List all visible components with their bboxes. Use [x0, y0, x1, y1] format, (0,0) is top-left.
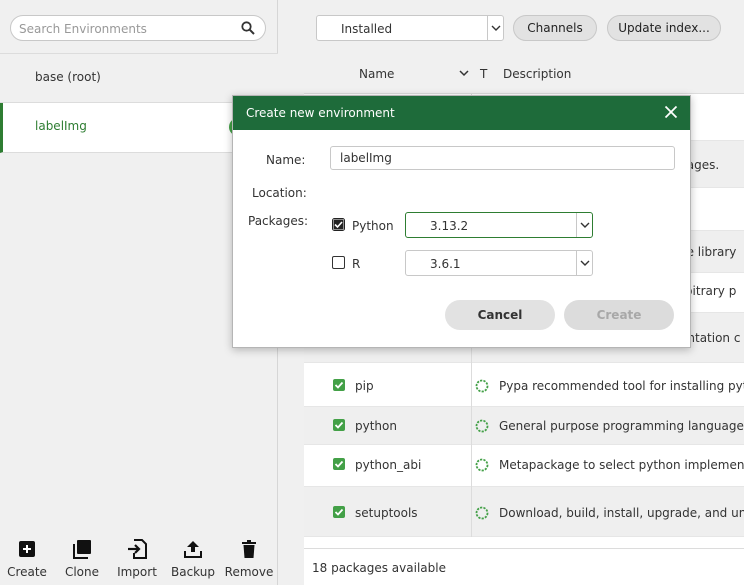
create-label: Create	[7, 565, 47, 579]
search-environments-input[interactable]	[19, 20, 229, 37]
column-header-type[interactable]: T	[480, 67, 487, 81]
column-header-description[interactable]: Description	[503, 67, 571, 81]
chevron-down-icon[interactable]	[576, 213, 592, 237]
environment-toolbar: Create Clone Import Backup Remove	[0, 535, 278, 585]
create-button[interactable]: Create	[564, 300, 674, 330]
channels-button[interactable]: Channels	[513, 15, 597, 41]
backup-button[interactable]: Backup	[166, 539, 220, 583]
table-row[interactable]: pip Pypa recommended tool for installing…	[304, 363, 744, 407]
remove-label: Remove	[224, 565, 274, 579]
remove-button[interactable]: Remove	[222, 539, 276, 583]
packages-footer: 18 packages available	[304, 548, 744, 585]
clone-icon	[73, 540, 91, 559]
checkmark-icon	[332, 218, 345, 231]
import-icon	[128, 539, 147, 559]
chevron-down-icon[interactable]	[459, 69, 469, 77]
table-row[interactable]: setuptools Download, build, install, upg…	[304, 487, 744, 537]
chevron-down-icon[interactable]	[487, 16, 503, 40]
plus-box-icon	[19, 541, 35, 557]
r-label: R	[352, 257, 361, 271]
r-checkbox[interactable]	[332, 256, 345, 269]
spinner-icon	[475, 419, 489, 433]
dialog-header: Create new environment	[233, 96, 690, 130]
packages-toolbar: Installed Channels Update index...	[304, 0, 744, 54]
environment-name-input[interactable]	[330, 146, 675, 170]
packages-table-header: Name T Description	[304, 54, 744, 94]
close-icon[interactable]	[664, 105, 678, 119]
backup-label: Backup	[171, 565, 215, 579]
clone-label: Clone	[64, 565, 100, 579]
r-version-value: 3.6.1	[430, 257, 461, 271]
table-row[interactable]: python_abi Metapackage to select python …	[304, 445, 744, 487]
create-button[interactable]: Create	[0, 539, 54, 583]
spinner-icon	[475, 379, 489, 393]
package-name: python	[355, 419, 397, 433]
upload-icon	[184, 541, 202, 558]
package-description: Pypa recommended tool for installing pyt…	[499, 379, 744, 393]
table-row[interactable]: python General purpose programming langu…	[304, 407, 744, 445]
import-button[interactable]: Import	[110, 539, 164, 583]
name-label: Name:	[266, 153, 306, 167]
update-index-button[interactable]: Update index...	[607, 15, 721, 41]
dialog-title: Create new environment	[246, 106, 395, 120]
python-version-select[interactable]: 3.13.2	[405, 212, 593, 238]
chevron-down-icon[interactable]	[576, 251, 592, 275]
import-label: Import	[117, 565, 157, 579]
search-icon[interactable]	[241, 21, 255, 35]
package-description: Metapackage to select python implementat	[499, 458, 744, 472]
spinner-icon	[475, 458, 489, 472]
trash-icon	[242, 540, 256, 558]
create-environment-dialog: Create new environment Name: Location: P…	[232, 95, 691, 348]
env-label: labelImg	[35, 119, 87, 133]
packages-label: Packages:	[248, 214, 309, 228]
package-name: python_abi	[355, 458, 422, 472]
package-description: Download, build, install, upgrade, and u…	[499, 506, 744, 520]
python-version-value: 3.13.2	[430, 219, 469, 233]
package-checkbox[interactable]	[333, 419, 345, 431]
spinner-icon	[475, 506, 489, 520]
package-checkbox[interactable]	[333, 506, 345, 518]
package-name: setuptools	[355, 506, 418, 520]
clone-button[interactable]: Clone	[55, 539, 109, 583]
python-label: Python	[352, 219, 394, 233]
package-checkbox[interactable]	[333, 379, 345, 391]
package-filter-select[interactable]: Installed	[316, 15, 504, 41]
packages-count: 18 packages available	[312, 561, 446, 575]
package-name: pip	[355, 379, 374, 393]
r-version-select[interactable]: 3.6.1	[405, 250, 593, 276]
package-checkbox[interactable]	[333, 458, 345, 470]
env-label: base (root)	[35, 70, 101, 84]
column-header-name[interactable]: Name	[359, 67, 394, 81]
python-checkbox[interactable]	[332, 218, 345, 231]
cancel-button[interactable]: Cancel	[445, 300, 555, 330]
location-label: Location:	[252, 186, 307, 200]
search-environments-box[interactable]	[10, 15, 266, 41]
filter-value: Installed	[341, 22, 393, 36]
package-description: General purpose programming language	[499, 419, 744, 433]
